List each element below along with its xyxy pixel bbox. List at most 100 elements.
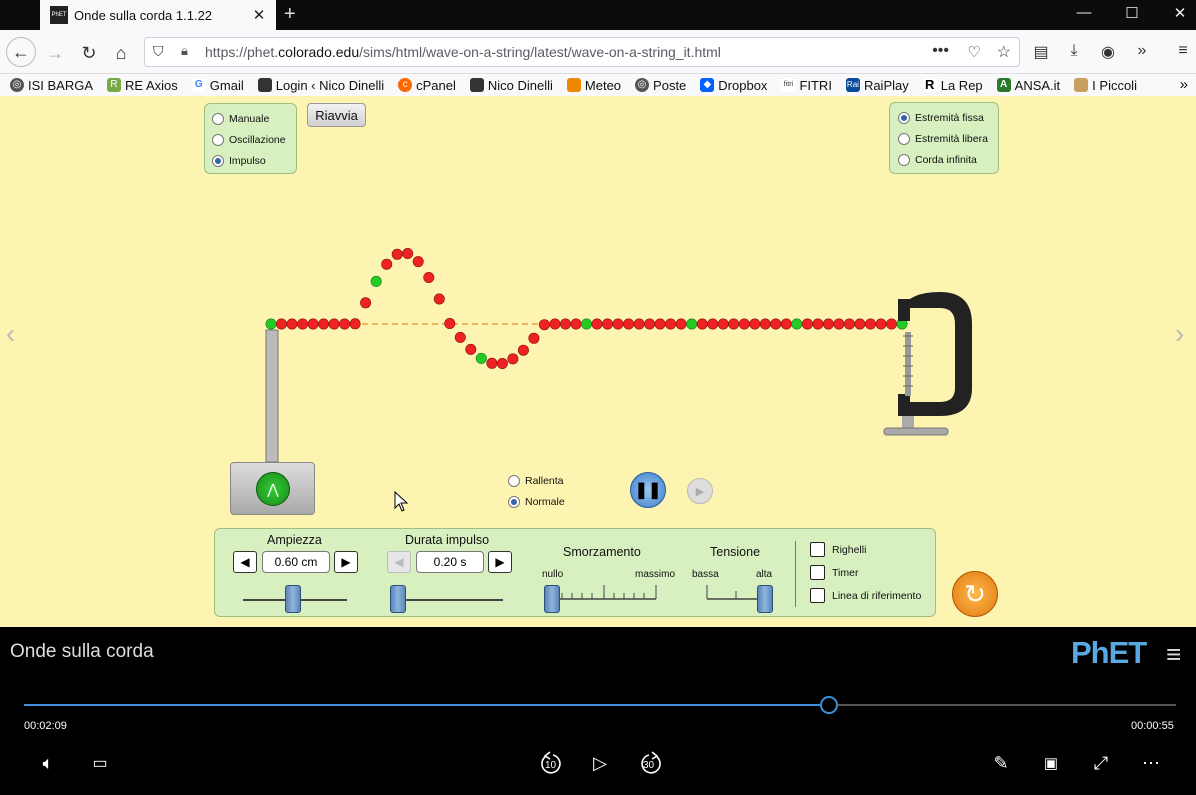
forward-icon[interactable]: → (42, 40, 68, 66)
sidebar-icon[interactable]: ▤ (1030, 42, 1052, 62)
amplitude-value: 0.60 cm (262, 551, 330, 573)
site-icon (1074, 78, 1089, 92)
string-bead (538, 319, 550, 331)
checkbox-box[interactable] (810, 565, 825, 580)
bookmark-item[interactable]: ◎ ISI BARGA (10, 78, 93, 93)
bookmark-item[interactable]: G Gmail (191, 78, 244, 93)
radio-button[interactable] (508, 495, 520, 508)
speed-option-normal[interactable]: Normale (508, 491, 565, 512)
pulse-width-increase-button[interactable]: ▶ (488, 551, 512, 573)
pulse-width-value: 0.20 s (416, 551, 484, 573)
account-icon[interactable]: ◉ (1097, 42, 1119, 62)
phet-menu-icon[interactable]: ≡ (1166, 639, 1181, 670)
bookmark-item[interactable]: ◆ Dropbox (700, 78, 767, 93)
pulse-button[interactable]: ⋀ (230, 462, 315, 515)
skip-back-button[interactable]: 10 (536, 749, 566, 777)
string-bead (717, 318, 729, 330)
string-bead (349, 318, 361, 330)
maximize-icon[interactable]: ☐ (1117, 4, 1147, 22)
bookmark-item[interactable]: Meteo (566, 78, 621, 93)
bookmarks-toolbar: ◎ ISI BARGA R RE Axios G Gmail Login ‹ Nico… (0, 74, 1196, 96)
string-bead (843, 318, 855, 330)
bookmark-item[interactable]: Rai RaiPlay (845, 78, 909, 93)
bookmark-item[interactable]: I Piccoli (1074, 78, 1137, 93)
checkbox-box[interactable] (810, 542, 825, 557)
skip-forward-button[interactable]: 30 (636, 749, 666, 777)
bookmarks-overflow-icon[interactable]: » (1180, 76, 1188, 93)
fullscreen-icon[interactable]: ⤢ (1087, 749, 1115, 777)
play-icon[interactable]: ▷ (586, 749, 614, 777)
pulse-width-decrease-button[interactable]: ◀ (387, 551, 411, 573)
back-icon[interactable]: ← (6, 37, 36, 67)
bookmark-item[interactable]: Nico Dinelli (469, 78, 553, 93)
reset-all-button[interactable]: ↻ (952, 571, 998, 617)
browser-tab[interactable]: PhET Onde sulla corda 1.1.22 ✕ (40, 0, 276, 30)
string-bead (486, 357, 498, 369)
shield-icon[interactable]: ⛉ (153, 43, 164, 60)
string-bead (507, 353, 519, 365)
page-actions-icon[interactable]: ••• (932, 42, 949, 60)
amplitude-label: Ampiezza (267, 533, 322, 547)
repubblica-icon: R (922, 78, 937, 92)
bookmark-star-icon[interactable]: ☆ (997, 42, 1011, 62)
bookmark-item[interactable]: R RE Axios (107, 78, 178, 93)
bookmark-item[interactable]: ◎ Poste (635, 78, 686, 93)
menu-icon[interactable]: ≡ (1172, 42, 1194, 60)
bookmark-item[interactable]: R La Rep (922, 78, 983, 93)
url-bar[interactable]: ⛉ 🔒︎ https://phet.colorado.edu/sims/html… (144, 37, 1020, 67)
bookmark-item[interactable]: A ANSA.it (996, 78, 1060, 93)
timer-checkbox[interactable]: Timer (810, 565, 858, 580)
pocket-icon[interactable]: ♡ (968, 43, 981, 61)
tension-min-label: bassa (692, 569, 719, 580)
checkbox-box[interactable] (810, 588, 825, 603)
bookmark-item[interactable]: c cPanel (398, 78, 456, 93)
pulse-icon[interactable]: ⋀ (256, 472, 290, 506)
speed-option-label: Normale (525, 495, 565, 508)
string-bead (770, 318, 782, 330)
string-bead (644, 318, 656, 330)
volume-icon[interactable]: 🔈︎ (34, 749, 62, 777)
minimize-icon[interactable]: — (1069, 4, 1099, 21)
reference-line-checkbox[interactable]: Linea di riferimento (810, 588, 921, 603)
pulse-width-slider-track[interactable] (391, 599, 503, 601)
string-bead (801, 318, 813, 330)
pulse-width-slider-thumb[interactable] (390, 585, 406, 613)
more-options-icon[interactable]: ⋯ (1137, 749, 1165, 777)
seek-knob[interactable] (820, 696, 839, 714)
close-window-icon[interactable]: ✕ (1165, 4, 1195, 22)
edit-icon[interactable]: ✎ (987, 749, 1015, 777)
downloads-icon[interactable]: ⤓ (1063, 42, 1085, 60)
tension-max-label: alta (756, 569, 773, 580)
amplitude-decrease-button[interactable]: ◀ (233, 551, 257, 573)
tension-slider-thumb[interactable] (757, 585, 773, 613)
captions-icon[interactable]: ▭ (86, 749, 114, 777)
pause-button[interactable]: ❚❚ (630, 472, 666, 508)
close-tab-icon[interactable]: ✕ (248, 6, 270, 24)
lock-icon[interactable]: 🔒︎ (181, 43, 188, 59)
step-button[interactable]: ▶ (687, 478, 713, 504)
bookmark-item[interactable]: Login ‹ Nico Dinelli (257, 78, 384, 93)
string-bead (528, 332, 540, 344)
amplitude-increase-button[interactable]: ▶ (334, 551, 358, 573)
seek-bar[interactable] (24, 696, 1176, 714)
bookmark-item[interactable]: fitri FITRI (781, 78, 832, 93)
damping-slider-track[interactable] (548, 581, 660, 601)
dropbox-icon: ◆ (700, 78, 715, 92)
video-player: Onde sulla corda PhET ≡ 00:02:09 00:00:5… (0, 627, 1196, 795)
remaining-time: 00:00:55 (1131, 720, 1174, 732)
google-icon: G (191, 78, 206, 92)
new-tab-icon[interactable]: + (284, 3, 296, 26)
mini-player-icon[interactable]: ▣ (1037, 749, 1065, 777)
radio-button[interactable] (508, 474, 520, 487)
damping-slider-thumb[interactable] (544, 585, 560, 613)
overflow-chevron-icon[interactable]: » (1131, 42, 1153, 60)
home-icon[interactable]: ⌂ (108, 40, 134, 66)
rulers-checkbox[interactable]: Righelli (810, 542, 866, 557)
reload-icon[interactable]: ↻ (76, 40, 102, 66)
string-bead (854, 318, 866, 330)
speed-option-slow[interactable]: Rallenta (508, 470, 565, 491)
amplitude-slider-thumb[interactable] (285, 585, 301, 613)
string-bead (286, 318, 298, 330)
string-bead (612, 318, 624, 330)
video-title: Onde sulla corda (10, 641, 154, 662)
